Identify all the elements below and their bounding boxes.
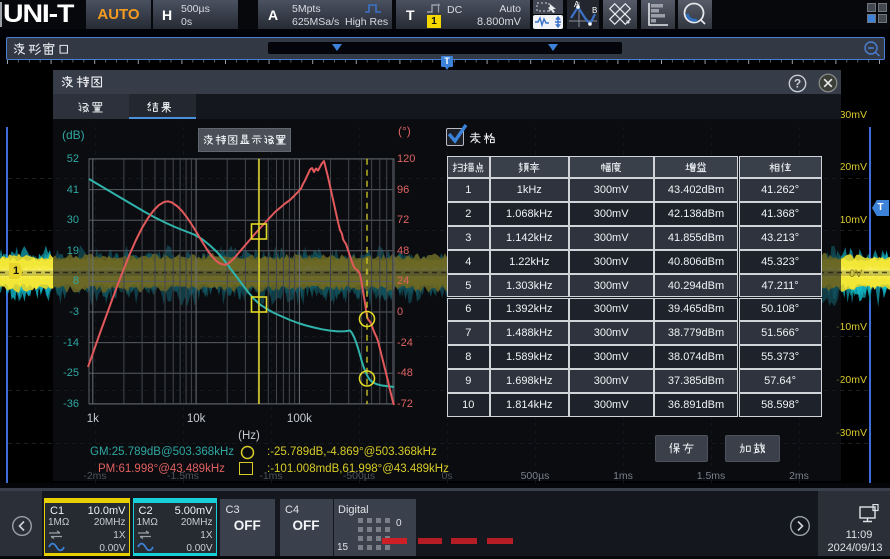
svg-text:?: ? xyxy=(794,77,801,91)
